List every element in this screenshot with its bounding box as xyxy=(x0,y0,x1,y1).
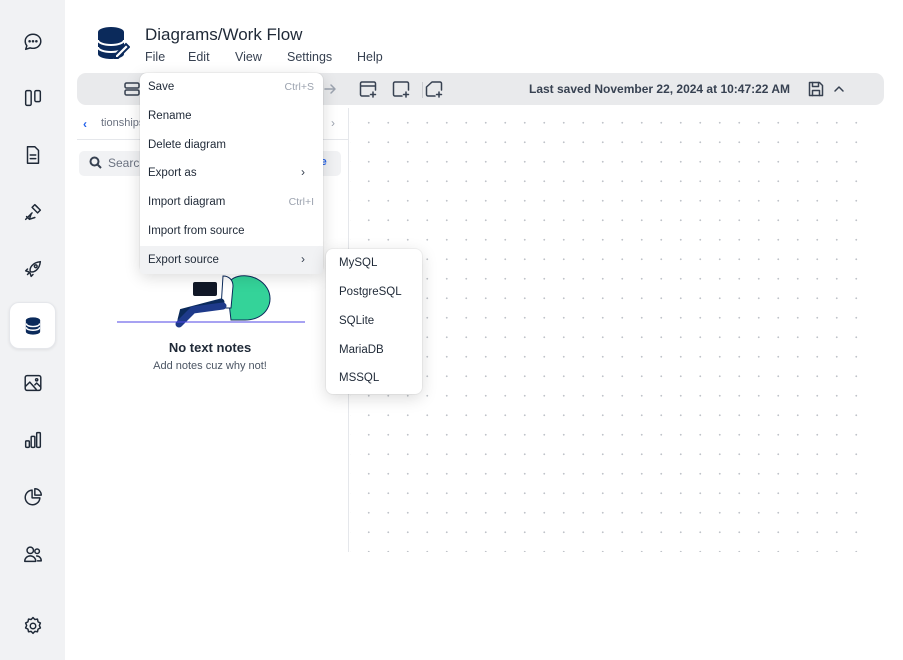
export-source-submenu: MySQL PostgreSQL SQLite MariaDB MSSQL xyxy=(326,249,422,394)
rail-images-button[interactable] xyxy=(9,359,56,406)
empty-state-illustration xyxy=(117,268,307,328)
save-button[interactable] xyxy=(806,79,826,99)
menu-item-import-from-source[interactable]: Import from source xyxy=(140,217,323,245)
menu-item-label: Delete diagram xyxy=(148,139,226,151)
columns-icon xyxy=(24,89,41,106)
tabs-scroll-left-button[interactable]: ‹ xyxy=(83,117,87,131)
submenu-item-sqlite[interactable]: SQLite xyxy=(326,307,422,335)
last-saved-status: Last saved November 22, 2024 at 10:47:22… xyxy=(529,82,791,96)
menu-item-export-source[interactable]: Export source › xyxy=(140,246,323,274)
layout-icon xyxy=(124,82,140,96)
add-table-button[interactable] xyxy=(358,79,378,99)
add-area-button[interactable] xyxy=(391,79,411,99)
menu-file[interactable]: File xyxy=(145,50,165,64)
tab-relationships[interactable]: tionships xyxy=(101,117,144,129)
tabs-scroll-right-button[interactable]: › xyxy=(331,116,335,130)
rail-analytics-button[interactable] xyxy=(9,416,56,463)
menu-item-label: Save xyxy=(148,81,175,93)
diagram-canvas[interactable] xyxy=(350,106,870,552)
database-edit-icon xyxy=(97,27,131,59)
left-rail xyxy=(0,0,65,660)
chevron-right-icon: › xyxy=(301,165,305,179)
menu-item-export-as[interactable]: Export as › xyxy=(140,159,323,187)
file-menu-dropdown: Save Ctrl+S Rename Delete diagram Export… xyxy=(140,73,323,274)
submenu-item-postgresql[interactable]: PostgreSQL xyxy=(326,278,422,306)
submenu-item-label: PostgreSQL xyxy=(339,286,402,298)
settings-icon xyxy=(24,616,41,634)
menu-item-save[interactable]: Save Ctrl+S xyxy=(140,73,323,101)
rail-tools-button[interactable] xyxy=(9,188,56,235)
rail-documents-button[interactable] xyxy=(9,131,56,178)
menu-item-label: Rename xyxy=(148,110,192,122)
submenu-item-mysql[interactable]: MySQL xyxy=(326,249,422,277)
rail-database-button[interactable] xyxy=(9,302,56,349)
add-area-icon xyxy=(392,81,410,98)
menu-edit[interactable]: Edit xyxy=(188,50,210,64)
app-logo xyxy=(96,25,131,63)
rail-chat-button[interactable] xyxy=(9,18,56,65)
submenu-item-label: SQLite xyxy=(339,315,375,327)
chevron-right-icon: › xyxy=(301,252,305,266)
collapse-toolbar-button[interactable] xyxy=(829,79,849,99)
rail-rocket-button[interactable] xyxy=(9,245,56,292)
document-icon xyxy=(26,145,39,164)
menu-item-rename[interactable]: Rename xyxy=(140,102,323,130)
menu-item-label: Import diagram xyxy=(148,196,226,208)
submenu-item-label: MySQL xyxy=(339,257,378,269)
chevron-up-icon xyxy=(834,86,844,92)
save-icon xyxy=(808,81,824,97)
menu-item-label: Export source xyxy=(148,254,219,266)
submenu-item-mssql[interactable]: MSSQL xyxy=(326,364,422,392)
arrow-right-icon xyxy=(324,84,336,94)
database-icon xyxy=(25,316,40,335)
add-table-icon xyxy=(359,81,377,98)
add-note-button[interactable] xyxy=(424,79,444,99)
layout-toggle-button[interactable] xyxy=(122,79,142,99)
rail-users-button[interactable] xyxy=(9,530,56,577)
users-icon xyxy=(23,545,42,562)
redo-button[interactable] xyxy=(320,79,340,99)
pie-chart-icon xyxy=(23,487,42,506)
diagram-title[interactable]: Diagrams/Work Flow xyxy=(145,25,302,45)
add-note-icon xyxy=(425,81,443,98)
tools-icon xyxy=(24,203,41,220)
submenu-item-label: MSSQL xyxy=(339,372,380,384)
toolbar-divider xyxy=(422,82,423,98)
menu-item-import-diagram[interactable]: Import diagram Ctrl+I xyxy=(140,188,323,216)
menu-item-delete-diagram[interactable]: Delete diagram xyxy=(140,131,323,159)
menu-item-label: Export as xyxy=(148,167,197,179)
menu-view[interactable]: View xyxy=(235,50,262,64)
bar-chart-icon xyxy=(24,431,41,448)
menu-settings[interactable]: Settings xyxy=(287,50,332,64)
menu-item-shortcut: Ctrl+S xyxy=(284,81,314,93)
rail-boards-button[interactable] xyxy=(9,74,56,121)
image-icon xyxy=(23,374,42,391)
empty-state-subtitle: Add notes cuz why not! xyxy=(153,360,267,372)
menu-help[interactable]: Help xyxy=(357,50,383,64)
submenu-item-mariadb[interactable]: MariaDB xyxy=(326,336,422,364)
chat-icon xyxy=(23,32,42,50)
rail-settings-button[interactable] xyxy=(9,602,56,649)
search-icon xyxy=(89,156,102,169)
rail-reports-button[interactable] xyxy=(9,473,56,520)
rocket-icon xyxy=(24,260,41,277)
submenu-item-label: MariaDB xyxy=(339,344,384,356)
empty-state-title: No text notes xyxy=(168,340,252,355)
menu-item-shortcut: Ctrl+I xyxy=(288,196,314,208)
menu-item-label: Import from source xyxy=(148,225,245,237)
